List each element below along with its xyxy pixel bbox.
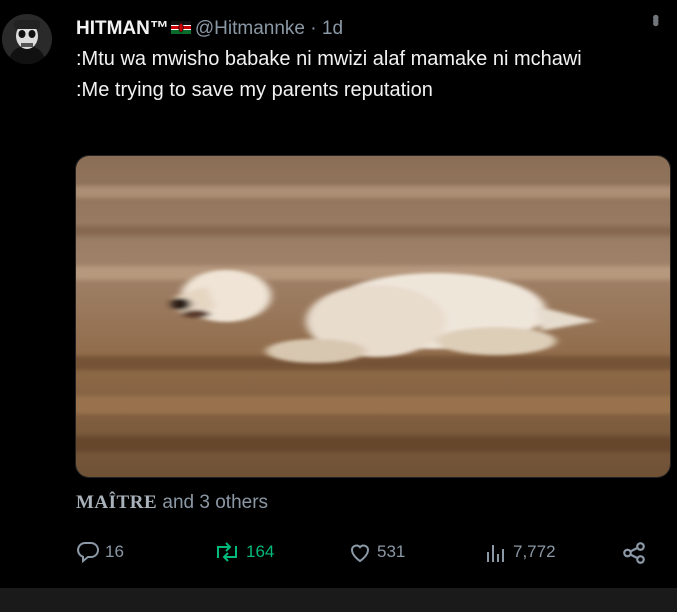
- share-icon: [623, 542, 645, 564]
- more-options-icon[interactable]: •••: [644, 14, 666, 23]
- liker-name[interactable]: MAÎTRE: [76, 492, 157, 513]
- tweet-line: :Mtu wa mwisho babake ni mwizi alaf mama…: [76, 48, 582, 70]
- heart-icon: [350, 544, 370, 563]
- tweet-media[interactable]: [75, 155, 671, 478]
- liker-others[interactable]: and 3 others: [157, 492, 268, 513]
- retweet-icon: [217, 542, 237, 562]
- like-count: 531: [377, 542, 406, 561]
- bottom-bar: [0, 588, 677, 612]
- reply-count: 16: [105, 542, 124, 561]
- like-button[interactable]: 531: [347, 540, 405, 564]
- reply-icon: [77, 542, 99, 564]
- views-count: 7,772: [513, 542, 556, 561]
- tweet-line: :Me trying to save my parents reputation: [76, 79, 433, 101]
- tweet-text: :Mtu wa mwisho babake ni mwizi alaf mama…: [76, 44, 636, 106]
- views-button[interactable]: 7,772: [483, 540, 556, 564]
- retweet-count: 164: [246, 542, 275, 561]
- author-handle[interactable]: @Hitmannke: [195, 18, 305, 39]
- views-icon: [487, 545, 504, 562]
- action-bar: 16 164 531 7,772: [0, 540, 677, 570]
- retweet-button[interactable]: 164: [212, 540, 274, 564]
- author-name[interactable]: HITMAN™: [76, 18, 169, 39]
- timestamp[interactable]: 1d: [322, 18, 343, 39]
- running-dog-photo: [76, 156, 670, 477]
- liked-by[interactable]: MAÎTRE and 3 others: [76, 492, 268, 514]
- reply-button[interactable]: 16: [75, 540, 124, 564]
- tweet-header: HITMAN™ @Hitmannke · 1d: [76, 17, 637, 41]
- share-button[interactable]: [620, 540, 652, 566]
- avatar[interactable]: [2, 14, 52, 64]
- separator: ·: [305, 18, 322, 40]
- kenya-flag-icon: [170, 17, 191, 41]
